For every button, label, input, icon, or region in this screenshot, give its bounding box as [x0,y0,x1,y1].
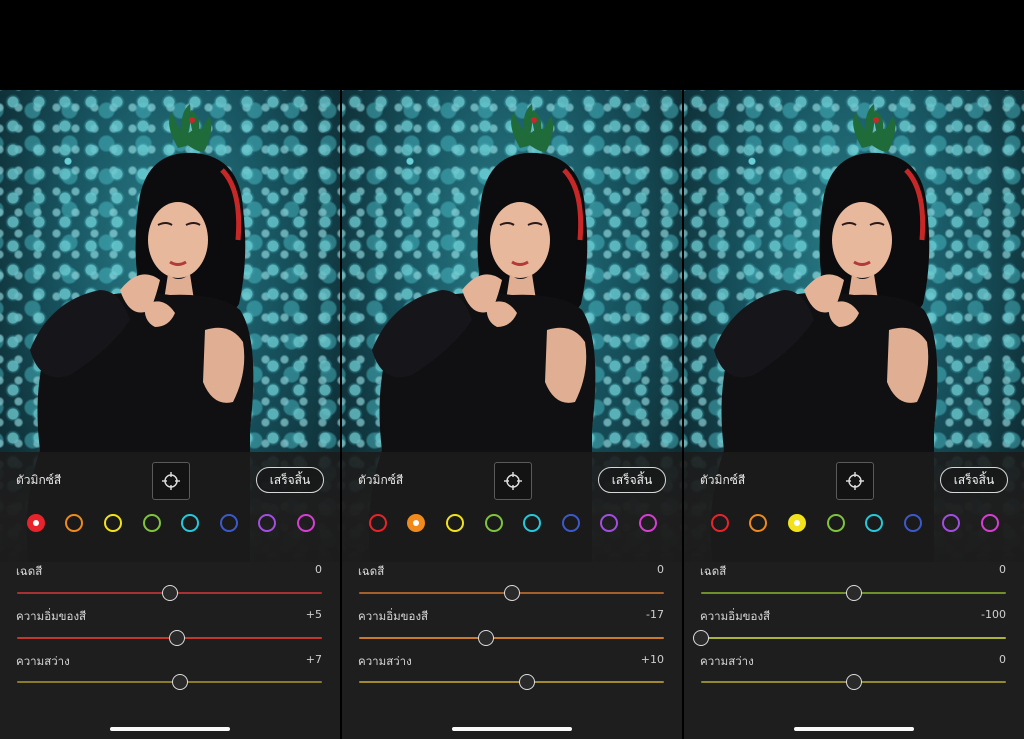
swatch-yellow[interactable] [788,514,806,532]
slider-track[interactable] [701,637,1006,639]
swatch-yellow[interactable] [446,514,464,532]
color-mixer-title: ตัวมิกซ์สี [358,473,404,487]
swatch-green[interactable] [485,514,503,532]
color-mixer-screen-orange: ตัวมิกซ์สี เสร็จสิ้น เฉดสี 0 ความอิ่มของสี… [342,90,682,739]
swatch-aqua[interactable] [523,514,541,532]
slider-label: ความสว่าง [358,654,412,668]
swatch-blue[interactable] [562,514,580,532]
slider-value: -17 [646,608,664,621]
color-mixer-screen-red: ตัวมิกซ์สี เสร็จสิ้น เฉดสี 0 ความอิ่มของสี… [0,90,340,739]
home-indicator [794,727,914,731]
top-black-bar [0,0,1024,90]
slider-thumb[interactable] [503,585,520,601]
home-indicator [452,727,572,731]
slider-track[interactable] [17,681,322,683]
swatch-blue[interactable] [220,514,238,532]
target-adjust-button[interactable] [152,462,190,500]
slider-label: เฉดสี [700,564,727,578]
color-mixer-panel: ตัวมิกซ์สี เสร็จสิ้น เฉดสี 0 ความอิ่มของสี… [342,452,682,739]
target-adjust-button[interactable] [494,462,532,500]
color-swatch-row [342,509,682,539]
slider-track[interactable] [359,637,664,639]
slider-thumb[interactable] [477,630,494,646]
done-button[interactable]: เสร็จสิ้น [256,467,324,493]
color-mixer-title: ตัวมิกซ์สี [700,473,746,487]
swatch-purple[interactable] [942,514,960,532]
slider-value: 0 [999,563,1006,576]
target-adjust-button[interactable] [836,462,874,500]
slider-label: เฉดสี [16,564,43,578]
slider-label: เฉดสี [358,564,385,578]
slider-value: +5 [305,608,322,621]
slider-track[interactable] [359,681,664,683]
slider-thumb[interactable] [518,674,535,690]
slider-label: ความอิ่มของสี [16,609,87,623]
slider-thumb[interactable] [845,585,862,601]
color-mixer-panel: ตัวมิกซ์สี เสร็จสิ้น เฉดสี 0 ความอิ่มของสี… [684,452,1024,739]
slider-label: ความอิ่มของสี [358,609,429,623]
slider-value: 0 [657,563,664,576]
slider-value: +7 [305,653,322,666]
swatch-orange[interactable] [407,514,425,532]
swatch-orange[interactable] [749,514,767,532]
done-button[interactable]: เสร็จสิ้น [940,467,1008,493]
slider-label: ความอิ่มของสี [700,609,771,623]
home-indicator [110,727,230,731]
swatch-blue[interactable] [904,514,922,532]
swatch-purple[interactable] [258,514,276,532]
slider-label: ความสว่าง [700,654,754,668]
swatch-red[interactable] [711,514,729,532]
swatch-orange[interactable] [65,514,83,532]
slider-thumb[interactable] [161,585,178,601]
swatch-aqua[interactable] [181,514,199,532]
slider-thumb[interactable] [169,630,186,646]
color-swatch-row [684,509,1024,539]
swatch-red[interactable] [369,514,387,532]
swatch-red[interactable] [27,514,45,532]
swatch-green[interactable] [143,514,161,532]
swatch-magenta[interactable] [297,514,315,532]
swatch-yellow[interactable] [104,514,122,532]
color-mixer-screen-yellow: ตัวมิกซ์สี เสร็จสิ้น เฉดสี 0 ความอิ่มของสี… [684,90,1024,739]
color-mixer-title: ตัวมิกซ์สี [16,473,62,487]
swatch-magenta[interactable] [639,514,657,532]
done-button[interactable]: เสร็จสิ้น [598,467,666,493]
color-swatch-row [0,509,340,539]
swatch-aqua[interactable] [865,514,883,532]
slider-thumb[interactable] [845,674,862,690]
swatch-magenta[interactable] [981,514,999,532]
slider-value: 0 [999,653,1006,666]
target-adjust-icon [504,472,522,490]
swatch-purple[interactable] [600,514,618,532]
target-adjust-icon [846,472,864,490]
swatch-green[interactable] [827,514,845,532]
slider-label: ความสว่าง [16,654,70,668]
slider-value: -100 [981,608,1006,621]
color-mixer-panel: ตัวมิกซ์สี เสร็จสิ้น เฉดสี 0 ความอิ่มของสี… [0,452,340,739]
slider-value: 0 [315,563,322,576]
slider-thumb[interactable] [693,630,709,646]
target-adjust-icon [162,472,180,490]
slider-value: +10 [640,653,664,666]
